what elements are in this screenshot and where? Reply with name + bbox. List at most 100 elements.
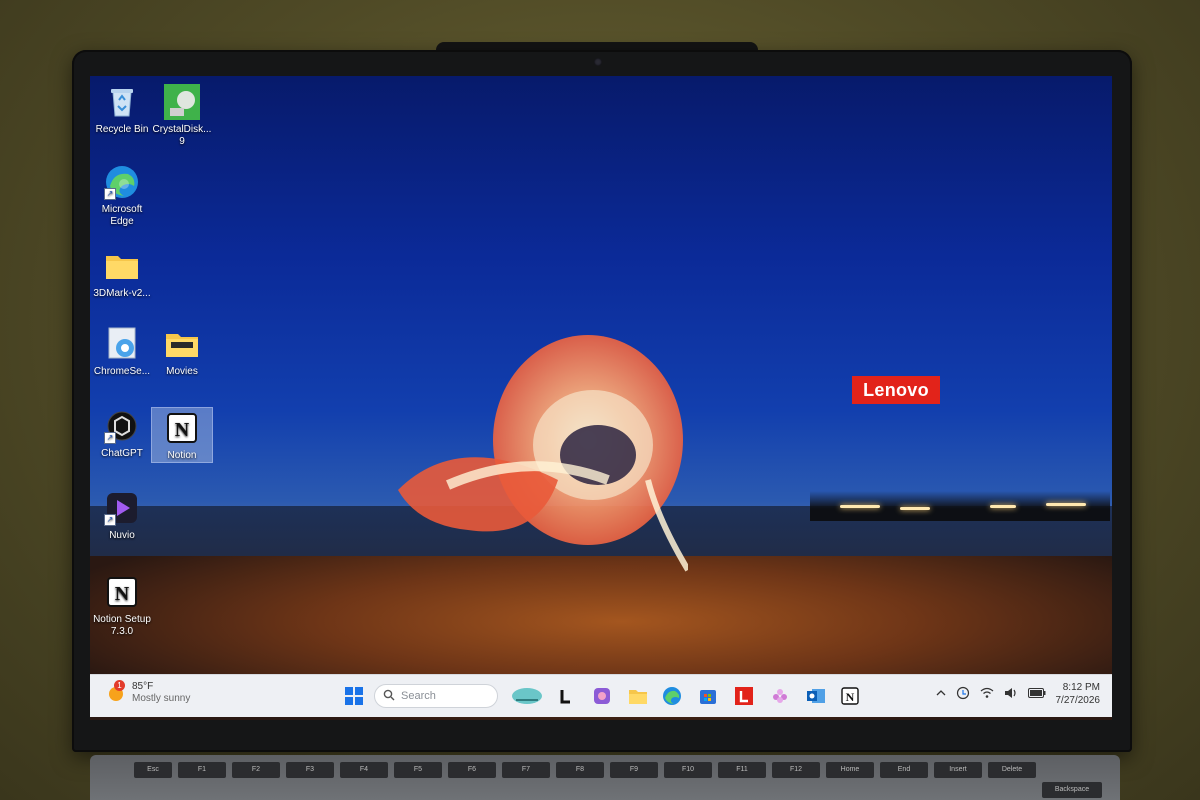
key-end: End [880,762,928,778]
copilot-icon [594,688,610,704]
desktop-icon-chatgpt[interactable]: ↗ ChatGPT [92,408,152,460]
taskbar-app-edge[interactable] [662,686,682,706]
desktop-icon-label: ChatGPT [101,448,143,459]
svg-text:N: N [175,419,190,441]
desktop-icon-3dmark-folder[interactable]: 3DMark-v2... [92,248,152,300]
key-delete: Delete [988,762,1036,778]
key-esc: Esc [134,762,172,778]
svg-text:N: N [846,690,855,704]
lenovo-logo: Lenovo [852,376,940,404]
weather-sun-icon: 1 [106,680,126,703]
weather-temp: 85°F [132,681,154,692]
shore-light [990,505,1016,508]
edge-icon: ↗ [104,164,140,200]
desktop-icon-label: Microsoft Edge [101,204,143,227]
notion-icon: N [164,410,200,446]
key-f10: F10 [664,762,712,778]
taskbar-app-store[interactable] [698,686,718,706]
flower-app-icon [773,689,787,703]
system-tray: 8:12 PM 7/27/2026 [936,681,1101,707]
desktop-icon-nuvio[interactable]: ↗ Nuvio [92,490,152,542]
desktop-icon-recycle-bin[interactable]: Recycle Bin [92,84,152,136]
outlook-icon [807,689,825,703]
recycle-bin-icon [104,84,140,120]
desktop-icon-edge[interactable]: ↗ Microsoft Edge [92,164,152,228]
taskbar-search[interactable]: Search [374,684,498,708]
desktop-icon-label: Notion Setup 7.3.0 [93,614,151,637]
key-f11: F11 [718,762,766,778]
news-widget-icon [512,688,542,704]
wallpaper-shore [810,491,1110,521]
desktop-icon-notion-setup[interactable]: N Notion Setup 7.3.0 [92,574,152,638]
key-f5: F5 [394,762,442,778]
windows-logo-icon [345,687,363,705]
webcam-icon [594,58,602,66]
taskbar-app-notion[interactable]: N [840,686,860,706]
chatgpt-icon: ↗ [104,408,140,444]
desktop-icon-label: Nuvio [109,530,135,541]
desktop-icon-movies-folder[interactable]: Movies [152,326,212,378]
desktop-icon-label: CrystalDisk... 9 [152,124,212,147]
wallpaper-light-spiral [398,335,688,572]
taskbar-clock[interactable]: 8:12 PM 7/27/2026 [1056,681,1101,707]
weather-badge: 1 [114,680,125,691]
crystaldisk-icon [164,84,200,120]
lenovo-red-l-icon [735,687,753,705]
shortcut-arrow-icon: ↗ [104,432,116,444]
battery-icon[interactable] [1027,687,1046,701]
clock-time: 8:12 PM [1062,682,1100,693]
folder-icon [104,248,140,284]
shore-light [900,507,930,510]
key-f1: F1 [178,762,226,778]
weather-text: 85°F Mostly sunny [132,681,190,705]
taskbar-app-lenovo-red[interactable] [734,686,754,706]
chrome-setup-icon [104,326,140,362]
key-f2: F2 [232,762,280,778]
taskbar-widget-image[interactable] [510,686,544,706]
key-insert: Insert [934,762,982,778]
taskbar-app-copilot[interactable] [592,686,612,706]
key-f3: F3 [286,762,334,778]
shore-light [1046,503,1086,506]
key-home: Home [826,762,874,778]
lenovo-vantage-icon [560,690,570,704]
edge-icon [663,687,681,705]
shortcut-arrow-icon: ↗ [104,188,116,200]
shore-light [840,505,880,508]
search-placeholder: Search [401,690,436,702]
key-f4: F4 [340,762,388,778]
folder-icon [164,326,200,362]
wifi-icon[interactable] [980,687,994,702]
cloud-sync-icon[interactable] [956,686,970,703]
notion-setup-icon: N [104,574,140,610]
notion-icon: N [841,687,859,705]
taskbar-app-outlook[interactable] [806,686,826,706]
taskbar-app-lenovo-l[interactable] [556,686,576,706]
desktop-icon-label: Movies [166,366,198,377]
store-icon [700,690,716,704]
key-f8: F8 [556,762,604,778]
volume-icon[interactable] [1004,687,1018,702]
key-backspace: Backspace [1042,782,1102,798]
taskbar-app-flower[interactable] [770,686,790,706]
chevron-up-icon[interactable] [936,689,946,700]
shortcut-arrow-icon: ↗ [104,514,116,526]
nuvio-icon: ↗ [104,490,140,526]
taskbar: 1 85°F Mostly sunny Search N 8:12 PM 7/2… [90,674,1112,717]
desktop-icon-label: Recycle Bin [95,124,149,135]
svg-text:N: N [115,583,130,605]
desktop-icon-crystaldisk[interactable]: CrystalDisk... 9 [152,84,212,148]
weather-widget[interactable]: 1 85°F Mostly sunny [106,680,190,705]
clock-date: 7/27/2026 [1055,695,1101,706]
key-f9: F9 [610,762,658,778]
key-f6: F6 [448,762,496,778]
desktop-icon-chrome-setup[interactable]: ChromeSe... [92,326,152,378]
taskbar-app-file-explorer[interactable] [628,686,648,706]
start-button[interactable] [344,686,364,706]
desktop-icon-label: Notion [167,450,197,461]
desktop-icon-label: ChromeSe... [93,366,151,377]
desktop-icon-label: 3DMark-v2... [93,288,151,299]
desktop-icon-notion[interactable]: N Notion [151,407,213,463]
weather-condition: Mostly sunny [132,693,191,704]
file-explorer-icon [629,690,647,704]
